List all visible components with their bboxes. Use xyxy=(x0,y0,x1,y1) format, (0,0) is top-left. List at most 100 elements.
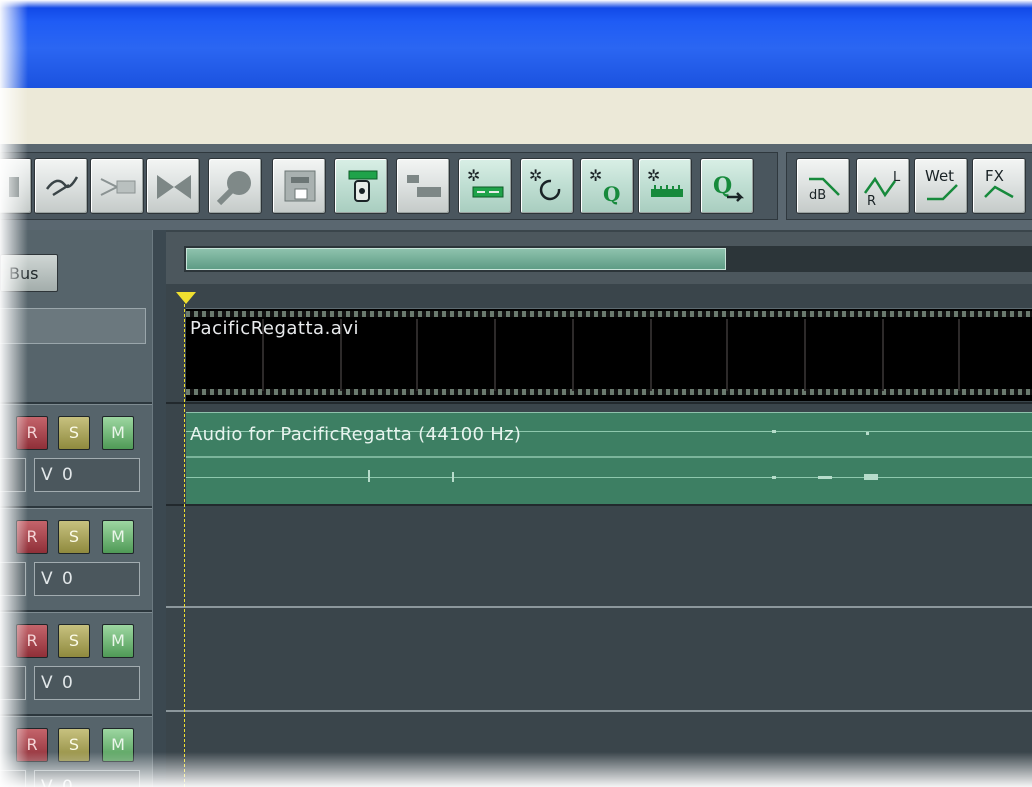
menu-bar xyxy=(0,88,1032,145)
bus-button[interactable]: Bus xyxy=(0,254,58,292)
frame-separator xyxy=(726,319,728,391)
playhead-line xyxy=(184,304,185,787)
tool-button-snap-grid[interactable]: ✲ Q xyxy=(580,158,634,214)
mute-button[interactable]: M xyxy=(102,416,134,450)
solo-button[interactable]: S xyxy=(58,520,90,554)
tool-button-lock[interactable] xyxy=(272,158,326,214)
tool-button-split[interactable] xyxy=(0,158,32,214)
tool-button-snap[interactable] xyxy=(396,158,450,214)
auto-snap-icon xyxy=(407,175,441,197)
svg-text:✲: ✲ xyxy=(529,166,542,185)
svg-text:Wet: Wet xyxy=(925,167,954,185)
volume-envelope-icon: dB xyxy=(809,177,840,203)
frame-separator xyxy=(572,319,574,391)
trim-clip-icon xyxy=(216,171,251,206)
mute-button[interactable]: M xyxy=(102,728,134,762)
waveform-peak xyxy=(864,474,878,480)
header-divider xyxy=(0,714,152,717)
lane-separator xyxy=(166,402,1032,404)
svg-text:FX: FX xyxy=(985,167,1004,185)
svg-text:dB: dB xyxy=(809,188,826,203)
solo-button[interactable]: S xyxy=(58,416,90,450)
wet-envelope-button[interactable]: Wet xyxy=(914,158,968,214)
ripple-edit-icon xyxy=(157,175,191,199)
volume-field[interactable]: V 0 xyxy=(34,458,140,492)
film-sprocket-bottom xyxy=(186,389,1032,395)
video-clip-label: PacificRegatta.avi xyxy=(190,318,359,339)
ruler-snap-icon: ✲ xyxy=(647,166,683,197)
frame-separator xyxy=(494,319,496,391)
playhead-marker[interactable] xyxy=(176,292,196,304)
svg-text:L: L xyxy=(893,170,901,185)
mute-button[interactable]: M xyxy=(102,520,134,554)
record-button[interactable]: R xyxy=(16,624,48,658)
volume-field[interactable]: V 0 xyxy=(34,666,140,700)
header-divider xyxy=(0,402,152,405)
svg-text:✲: ✲ xyxy=(589,166,602,185)
wet-envelope-icon: Wet xyxy=(925,167,958,201)
frame-separator xyxy=(416,319,418,391)
waveform-peak xyxy=(452,472,454,482)
tool-button-ruler[interactable]: ✲ xyxy=(638,158,692,214)
waveform-peak xyxy=(772,430,776,433)
lane-separator xyxy=(166,710,1032,712)
frame-separator xyxy=(804,319,806,391)
crossfade-icon xyxy=(100,178,136,196)
snap-to-grid-icon: ✲Q xyxy=(589,166,620,206)
audio-channel-divider xyxy=(186,456,1032,458)
tool-button-align[interactable] xyxy=(334,158,388,214)
pan-field[interactable] xyxy=(0,562,26,596)
pan-envelope-button[interactable]: LR xyxy=(856,158,910,214)
master-name-field[interactable] xyxy=(0,308,146,344)
bus-button-label: Bus xyxy=(9,264,39,283)
split-clip-icon xyxy=(9,177,19,197)
record-button[interactable]: R xyxy=(16,416,48,450)
tool-button-ripple[interactable] xyxy=(146,158,200,214)
tool-button-trim[interactable] xyxy=(208,158,262,214)
timeline-scroll-thumb[interactable] xyxy=(186,248,726,270)
auto-crossfade-icon: ✲ xyxy=(467,166,504,198)
tool-button-glue[interactable] xyxy=(34,158,88,214)
pan-field[interactable] xyxy=(0,770,26,787)
tool-button-quantize[interactable]: Q xyxy=(700,158,754,214)
tool-button-auto-crossfade[interactable]: ✲ xyxy=(458,158,512,214)
volume-field[interactable]: V 0 xyxy=(34,562,140,596)
volume-envelope-button[interactable]: dB xyxy=(796,158,850,214)
frame-separator xyxy=(958,319,960,391)
svg-text:✲: ✲ xyxy=(467,166,480,185)
pan-field[interactable] xyxy=(0,458,26,492)
tool-button-crossfade[interactable] xyxy=(90,158,144,214)
solo-button[interactable]: S xyxy=(58,624,90,658)
fx-envelope-icon: FX xyxy=(984,167,1014,199)
record-button[interactable]: R xyxy=(16,728,48,762)
waveform-peak xyxy=(866,432,869,435)
quantize-icon: Q xyxy=(713,173,745,202)
pan-field[interactable] xyxy=(0,666,26,700)
svg-text:Q: Q xyxy=(603,182,620,206)
audio-waveform-lower xyxy=(186,477,1032,478)
record-button[interactable]: R xyxy=(16,520,48,554)
align-clips-icon xyxy=(348,170,378,202)
lock-envelope-icon xyxy=(284,170,316,202)
audio-clip-label: Audio for PacificRegatta (44100 Hz) xyxy=(190,424,522,445)
header-divider xyxy=(0,610,152,613)
pan-envelope-icon: LR xyxy=(863,170,901,209)
svg-text:Q: Q xyxy=(713,173,732,199)
volume-field[interactable]: V 0 xyxy=(34,770,140,787)
auto-ripple-icon: ✲ xyxy=(529,166,561,201)
tool-button-auto-ripple[interactable]: ✲ xyxy=(520,158,574,214)
daw-window: ✲ ✲ ✲ Q ✲ Q dB LR Wet FX Bus R S M V 0 R … xyxy=(0,0,1032,787)
frame-separator xyxy=(650,319,652,391)
solo-button[interactable]: S xyxy=(58,728,90,762)
title-bar[interactable] xyxy=(0,0,1032,88)
fx-envelope-button[interactable]: FX xyxy=(972,158,1026,214)
glue-clips-icon xyxy=(45,176,79,197)
svg-text:✲: ✲ xyxy=(647,166,660,185)
film-sprocket-top xyxy=(186,311,1032,317)
frame-separator xyxy=(882,319,884,391)
waveform-peak xyxy=(772,476,776,479)
lane-separator xyxy=(166,504,1032,506)
header-divider xyxy=(0,506,152,509)
mute-button[interactable]: M xyxy=(102,624,134,658)
svg-text:R: R xyxy=(867,194,876,209)
